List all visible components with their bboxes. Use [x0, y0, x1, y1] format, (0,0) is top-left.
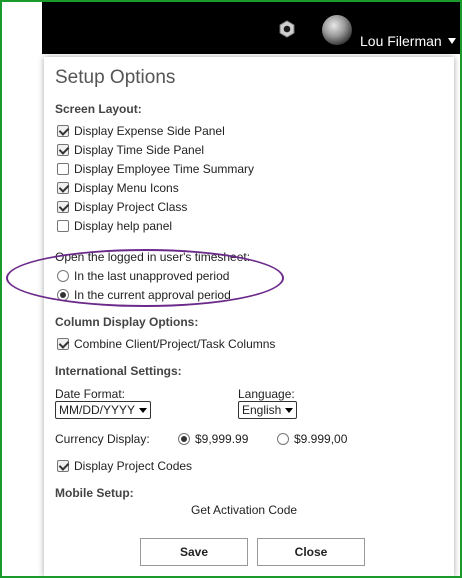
option-last-unapproved-period[interactable]: In the last unapproved period [57, 268, 229, 284]
chevron-down-icon [139, 407, 148, 413]
project-class-checkbox[interactable] [57, 201, 69, 213]
time-side-panel-checkbox[interactable] [57, 144, 69, 156]
current-approval-radio[interactable] [57, 289, 69, 301]
gear-icon[interactable] [278, 20, 296, 38]
combine-columns-checkbox[interactable] [57, 338, 69, 350]
chevron-down-icon[interactable] [448, 38, 456, 44]
close-button[interactable]: Close [257, 538, 365, 566]
language-value: English [242, 403, 282, 417]
screen-layout-heading: Screen Layout: [55, 102, 142, 116]
option-current-approval-period[interactable]: In the current approval period [57, 287, 231, 303]
option-label: $9.999,00 [294, 432, 348, 446]
option-label: Display Menu Icons [74, 181, 179, 195]
international-heading: International Settings: [55, 364, 182, 378]
currency-option-comma-decimal[interactable]: $9.999,00 [277, 431, 347, 447]
setup-options-panel: Setup Options Screen Layout: Display Exp… [44, 57, 454, 576]
employee-time-summary-checkbox[interactable] [57, 163, 69, 175]
language-select[interactable]: English [238, 401, 298, 419]
option-label: Display help panel [74, 219, 173, 233]
currency-label: Currency Display: [55, 432, 150, 446]
option-label: Display Employee Time Summary [74, 162, 255, 176]
language-label: Language: [238, 387, 295, 401]
column-display-heading: Column Display Options: [55, 315, 199, 329]
app-frame: Lou Filerman Setup Options Screen Layout… [0, 0, 462, 578]
option-employee-time-summary[interactable]: Display Employee Time Summary [57, 161, 254, 177]
save-button[interactable]: Save [140, 538, 248, 566]
option-label: Display Project Codes [74, 459, 193, 473]
currency-dot-decimal-radio[interactable] [178, 433, 190, 445]
option-project-codes[interactable]: Display Project Codes [57, 458, 192, 474]
timesheet-question: Open the logged in user's timesheet: [55, 250, 251, 264]
page-title: Setup Options [55, 67, 176, 88]
last-unapproved-radio[interactable] [57, 270, 69, 282]
project-codes-checkbox[interactable] [57, 460, 69, 472]
top-bar: Lou Filerman [42, 2, 460, 54]
option-project-class[interactable]: Display Project Class [57, 199, 187, 215]
option-expense-side-panel[interactable]: Display Expense Side Panel [57, 123, 225, 139]
option-label: Display Project Class [74, 200, 188, 214]
option-label: In the last unapproved period [74, 269, 230, 283]
avatar[interactable] [322, 15, 352, 45]
activation-code-link[interactable]: Get Activation Code [191, 503, 297, 517]
date-format-label: Date Format: [55, 387, 126, 401]
user-name[interactable]: Lou Filerman [360, 33, 442, 49]
option-help-panel[interactable]: Display help panel [57, 218, 172, 234]
date-format-select[interactable]: MM/DD/YYYY [55, 401, 152, 419]
option-label: Display Expense Side Panel [74, 124, 225, 138]
option-label: Display Time Side Panel [74, 143, 205, 157]
currency-option-dot-decimal[interactable]: $9,999.99 [178, 431, 248, 447]
menu-icons-checkbox[interactable] [57, 182, 69, 194]
expense-side-panel-checkbox[interactable] [57, 125, 69, 137]
date-format-value: MM/DD/YYYY [59, 403, 136, 417]
option-label: $9,999.99 [195, 432, 249, 446]
option-time-side-panel[interactable]: Display Time Side Panel [57, 142, 204, 158]
chevron-down-icon [285, 407, 294, 413]
option-label: In the current approval period [74, 288, 231, 302]
option-label: Combine Client/Project/Task Columns [74, 337, 276, 351]
currency-comma-decimal-radio[interactable] [277, 433, 289, 445]
option-menu-icons[interactable]: Display Menu Icons [57, 180, 179, 196]
help-panel-checkbox[interactable] [57, 220, 69, 232]
option-combine-columns[interactable]: Combine Client/Project/Task Columns [57, 336, 275, 352]
mobile-setup-heading: Mobile Setup: [55, 486, 134, 500]
